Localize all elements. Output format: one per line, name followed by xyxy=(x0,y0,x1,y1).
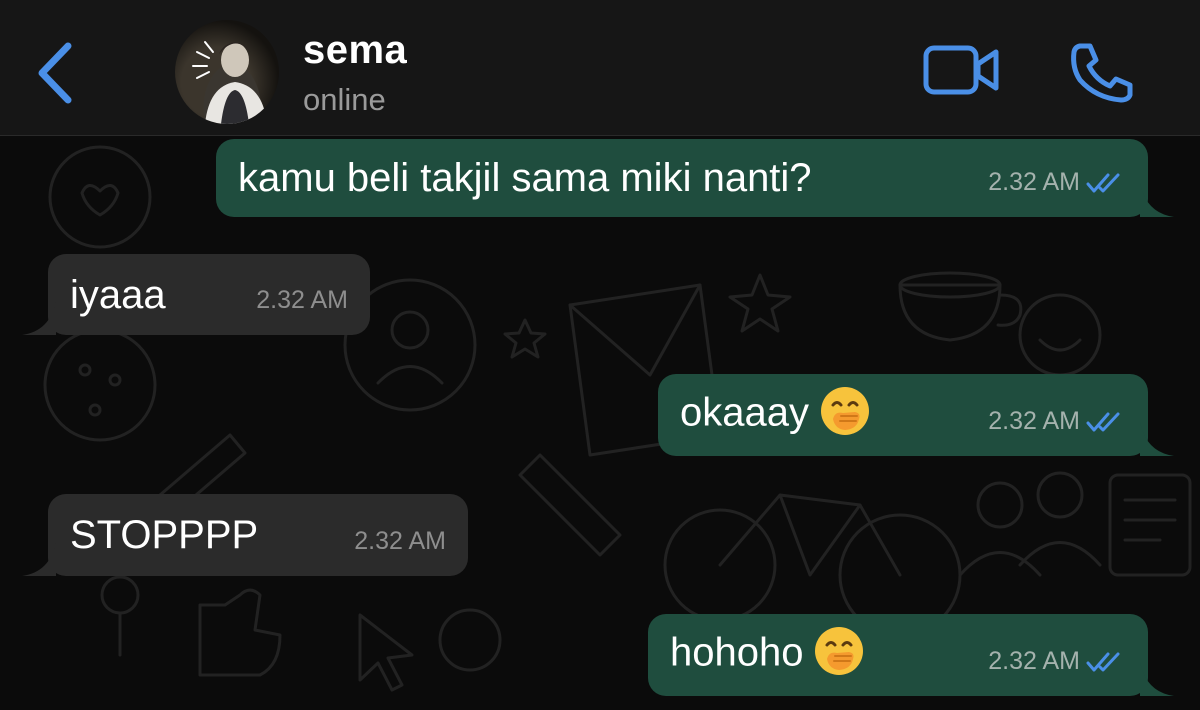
face-with-hand-over-mouth-icon xyxy=(815,627,864,675)
video-call-button[interactable] xyxy=(922,42,1002,98)
double-check-icon xyxy=(1086,412,1120,431)
double-check-icon xyxy=(1086,652,1120,671)
message-text-content: okaaay xyxy=(680,390,809,435)
message-meta: 2.32 AM xyxy=(354,527,446,556)
bubble-tail xyxy=(22,301,56,335)
message-text: okaaay xyxy=(680,387,871,441)
avatar[interactable] xyxy=(175,20,279,124)
face-with-hand-over-mouth-icon xyxy=(820,387,869,435)
message-outgoing[interactable]: okaaay 2.32 AM xyxy=(658,374,1174,456)
double-check-icon xyxy=(1086,173,1120,192)
message-text: kamu beli takjil sama miki nanti? xyxy=(238,156,812,200)
contact-status: online xyxy=(303,82,386,117)
message-meta: 2.32 AM xyxy=(988,647,1126,676)
message-text: iyaaa xyxy=(70,272,166,317)
message-outgoing[interactable]: kamu beli takjil sama miki nanti? 2.32 A… xyxy=(216,139,1174,217)
message-time: 2.32 AM xyxy=(256,286,348,314)
message-incoming[interactable]: STOPPPP 2.32 AM xyxy=(22,494,468,576)
message-meta: 2.32 AM xyxy=(256,286,348,315)
back-button[interactable] xyxy=(30,38,80,108)
message-text: hohoho xyxy=(670,627,865,681)
message-outgoing[interactable]: hohoho 2.32 AM xyxy=(648,614,1174,696)
message-list[interactable]: kamu beli takjil sama miki nanti? 2.32 A… xyxy=(0,135,1200,710)
phone-icon xyxy=(1071,43,1133,103)
message-meta: 2.32 AM xyxy=(988,168,1126,197)
bubble-tail xyxy=(22,542,56,576)
contact-name[interactable]: sema xyxy=(303,28,407,73)
chat-header: sema online xyxy=(0,0,1200,136)
message-time: 2.32 AM xyxy=(988,168,1080,196)
message-time: 2.32 AM xyxy=(354,527,446,555)
video-call-icon xyxy=(923,45,999,95)
bubble-tail xyxy=(1140,662,1174,696)
message-text-content: hohoho xyxy=(670,630,804,675)
voice-call-button[interactable] xyxy=(1066,40,1136,104)
message-meta: 2.32 AM xyxy=(988,407,1126,436)
bubble-tail xyxy=(1140,422,1174,456)
chevron-left-icon xyxy=(38,42,72,104)
message-time: 2.32 AM xyxy=(988,647,1080,675)
bubble-tail xyxy=(1140,183,1174,217)
message-time: 2.32 AM xyxy=(988,407,1080,435)
message-incoming[interactable]: iyaaa 2.32 AM xyxy=(22,254,370,335)
message-text: STOPPPP xyxy=(70,513,259,557)
